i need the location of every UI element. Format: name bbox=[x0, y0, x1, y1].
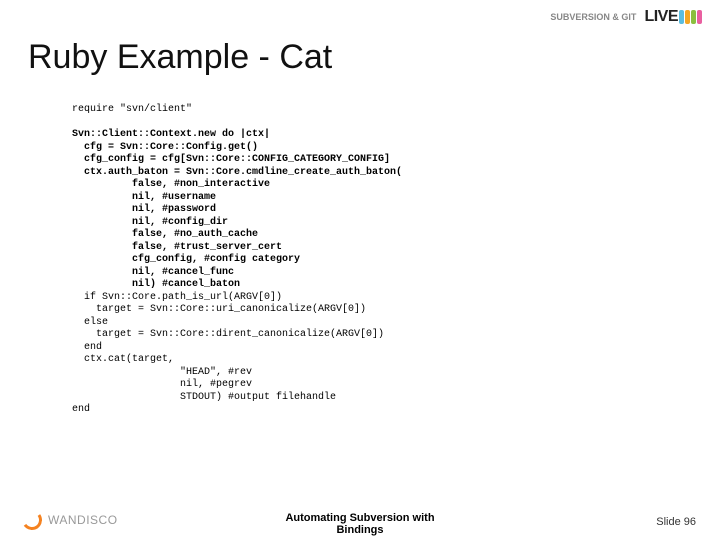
header-logo: SUBVERSION & GIT LIVE bbox=[550, 8, 702, 26]
code-line: false, #non_interactive bbox=[72, 179, 270, 190]
footer-title-bottom: Bindings bbox=[0, 524, 720, 536]
code-line: require "svn/client" bbox=[72, 104, 192, 115]
code-line: cfg_config, #config category bbox=[72, 254, 300, 265]
code-line: ctx.auth_baton = Svn::Core.cmdline_creat… bbox=[72, 167, 402, 178]
slide-number: Slide 96 bbox=[656, 516, 696, 528]
page-title: Ruby Example - Cat bbox=[28, 38, 332, 77]
footer-title-top: Automating Subversion with bbox=[285, 512, 434, 524]
code-line: ctx.cat(target, bbox=[72, 354, 174, 365]
code-line: nil, #pegrev bbox=[72, 379, 252, 390]
slide: SUBVERSION & GIT LIVE Ruby Example - Cat… bbox=[0, 0, 720, 540]
code-line: false, #no_auth_cache bbox=[72, 229, 258, 240]
footer-title: Automating Subversion with Bindings bbox=[0, 512, 720, 536]
accent-dot bbox=[691, 10, 696, 24]
code-line: nil, #cancel_func bbox=[72, 267, 234, 278]
code-line: "HEAD", #rev bbox=[72, 367, 252, 378]
footer: WANDISCO Automating Subversion with Bind… bbox=[0, 504, 720, 540]
live-word: LIVE bbox=[644, 8, 678, 26]
code-line: nil, #config_dir bbox=[72, 217, 228, 228]
code-line: else bbox=[72, 317, 108, 328]
code-line: nil, #password bbox=[72, 204, 216, 215]
code-line: if Svn::Core.path_is_url(ARGV[0]) bbox=[72, 292, 282, 303]
code-line: end bbox=[72, 404, 90, 415]
logo-text: SUBVERSION & GIT bbox=[550, 12, 636, 22]
code-line: target = Svn::Core::uri_canonicalize(ARG… bbox=[72, 304, 366, 315]
code-line: nil, #username bbox=[72, 192, 216, 203]
code-line: false, #trust_server_cert bbox=[72, 242, 282, 253]
accent-dot bbox=[679, 10, 684, 24]
code-content: require "svn/client" Svn::Client::Contex… bbox=[72, 104, 680, 417]
code-line: cfg_config = cfg[Svn::Core::CONFIG_CATEG… bbox=[72, 154, 390, 165]
code-line: STDOUT) #output filehandle bbox=[72, 392, 336, 403]
code-line: end bbox=[72, 342, 102, 353]
live-mark: LIVE bbox=[642, 8, 702, 26]
accent-dot bbox=[685, 10, 690, 24]
code-line: nil) #cancel_baton bbox=[72, 279, 240, 290]
accent-dot bbox=[697, 10, 702, 24]
code-line: Svn::Client::Context.new do |ctx| bbox=[72, 129, 270, 140]
code-block: require "svn/client" Svn::Client::Contex… bbox=[72, 104, 680, 417]
code-line: cfg = Svn::Core::Config.get() bbox=[72, 142, 258, 153]
code-line: target = Svn::Core::dirent_canonicalize(… bbox=[72, 329, 384, 340]
